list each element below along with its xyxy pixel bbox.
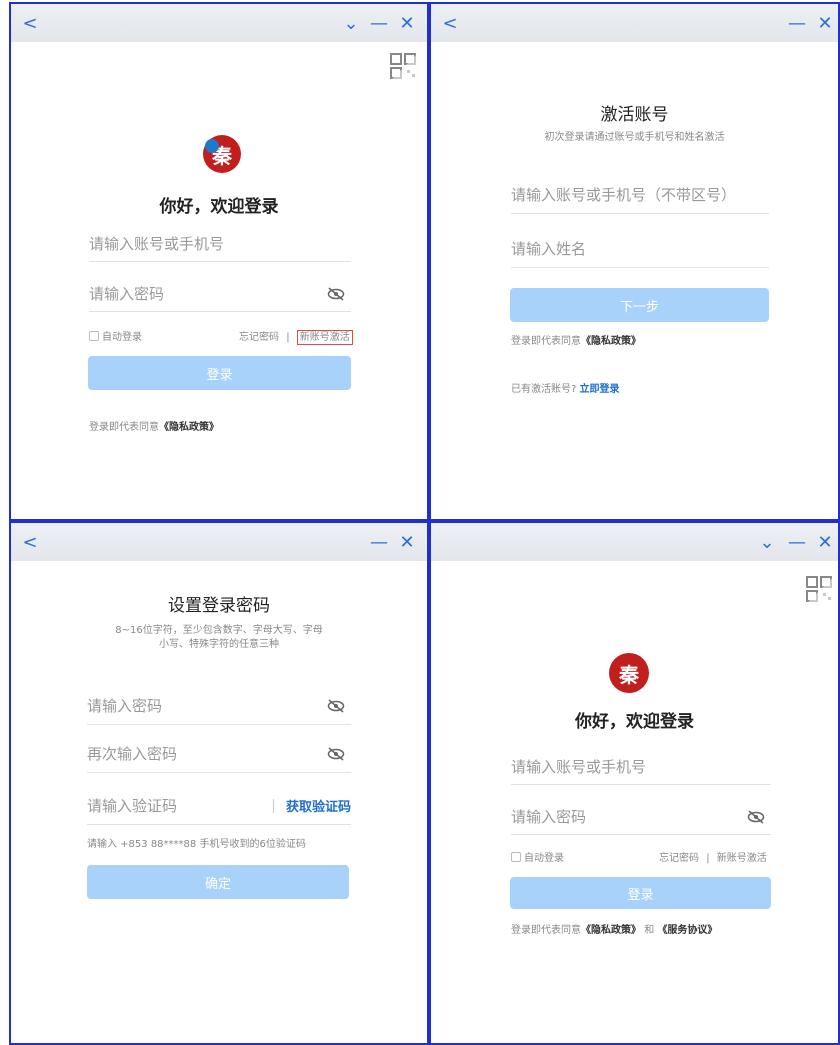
account-input[interactable]: 请输入账号或手机号 [89,226,351,262]
minimize-button[interactable]: — [369,10,389,36]
password-input[interactable]: 请输入密码 [511,799,771,835]
auto-login-label: 自动登录 [102,332,142,343]
name-input[interactable]: 请输入姓名 [511,230,769,268]
checkbox[interactable] [511,852,521,862]
forgot-password-link[interactable]: 忘记密码 [239,332,279,343]
password-input[interactable]: 请输入密码 [87,687,351,725]
title-bar: < — ✕ [11,523,427,561]
confirm-password-input[interactable]: 再次输入密码 [87,735,351,773]
checkbox[interactable] [89,331,99,341]
back-button[interactable]: < [17,529,43,555]
set-password-panel: < — ✕ 设置登录密码 8~16位字符，至少包含数字、字母大写、字母 小写、特… [9,521,429,1045]
account-input[interactable]: 请输入账号或手机号（不带区号） [511,176,769,214]
eye-hidden-icon[interactable] [747,809,765,824]
code-placeholder: 请输入验证码 [87,797,178,815]
title-bar: ⌄ — ✕ [431,523,838,561]
minimize-button[interactable]: — [787,529,807,555]
privacy-link[interactable]: 《隐私政策》 [581,925,641,936]
dropdown-button[interactable]: ⌄ [757,529,777,555]
activate-account-link[interactable]: 新账号激活 [717,853,767,864]
privacy-link[interactable]: 《隐私政策》 [159,422,219,433]
code-divider [273,799,274,813]
agree-prefix: 登录即代表同意 [89,422,159,433]
login-prompt: 已有激活账号? 立即登录 [511,380,620,395]
verification-code-input[interactable]: 请输入验证码 获取验证码 [87,787,351,825]
close-button[interactable]: ✕ [815,529,835,555]
agree-prefix: 登录即代表同意 [511,925,581,936]
page-subtitle: 初次登录请通过账号或手机号和姓名激活 [544,132,725,143]
back-button[interactable]: < [437,10,463,36]
qr-code-icon[interactable] [389,52,419,82]
login-panel-1: < ⌄ — ✕ 秦 你好，欢迎登录 请输入账号或手机号 请输入密码 自动登录 忘… [9,2,429,521]
have-account-text: 已有激活账号? [511,384,577,395]
next-button[interactable]: 下一步 [510,288,769,322]
auto-login-checkbox[interactable]: 自动登录 [89,328,142,343]
logo-char: 秦 [619,662,639,687]
password-input[interactable]: 请输入密码 [89,276,351,312]
activate-account-link[interactable]: 新账号激活 [296,330,353,345]
minimize-button[interactable]: — [787,10,807,36]
agreement-text: 登录即代表同意《隐私政策》 [89,418,219,433]
account-links: 忘记密码 | 新账号激活 [239,328,353,345]
agreement-text: 登录即代表同意《隐私政策》 和 《服务协议》 [511,921,717,936]
page-title: 设置登录密码 [168,596,270,616]
account-links: 忘记密码 | 新账号激活 [659,849,767,864]
confirm-button[interactable]: 确定 [87,865,349,899]
title-bar: < — ✕ [431,4,838,42]
page-title: 你好，欢迎登录 [575,712,694,732]
account-placeholder: 请输入账号或手机号 [511,758,647,776]
agree-prefix: 登录即代表同意 [511,336,581,347]
auto-login-label: 自动登录 [524,853,564,864]
eye-hidden-icon[interactable] [327,698,345,713]
login-button[interactable]: 登录 [510,877,771,909]
password-hint-line2: 小写、特殊字符的任意三种 [159,639,279,650]
minimize-button[interactable]: — [369,529,389,555]
app-logo: 秦 [609,653,649,693]
close-button[interactable]: ✕ [397,10,417,36]
name-placeholder: 请输入姓名 [511,240,587,258]
qr-code-icon[interactable] [805,575,835,605]
page-title: 你好，欢迎登录 [159,197,279,217]
login-button[interactable]: 登录 [88,356,351,390]
separator: | [286,332,290,343]
close-button[interactable]: ✕ [397,529,417,555]
title-bar: < ⌄ — ✕ [11,4,427,42]
login-panel-2: ⌄ — ✕ 秦 你好，欢迎登录 请输入账号或手机号 请输入密码 自动登录 忘记密… [429,521,840,1045]
account-placeholder: 请输入账号或手机号（不带区号） [511,186,737,204]
password-placeholder: 请输入密码 [89,285,165,303]
service-agreement-link[interactable]: 《服务协议》 [657,925,717,936]
eye-hidden-icon[interactable] [327,746,345,761]
password-hint-line1: 8~16位字符，至少包含数字、字母大写、字母 [115,625,323,636]
get-code-button[interactable]: 获取验证码 [286,796,351,815]
dropdown-button[interactable]: ⌄ [341,10,361,36]
back-button[interactable]: < [17,10,43,36]
and-text: 和 [644,925,655,936]
logo-badge [205,139,219,153]
separator: | [706,853,710,864]
account-input[interactable]: 请输入账号或手机号 [511,749,771,785]
account-placeholder: 请输入账号或手机号 [89,235,225,253]
close-button[interactable]: ✕ [815,10,835,36]
confirm-password-placeholder: 再次输入密码 [87,745,178,763]
app-logo: 秦 [203,135,241,173]
privacy-link[interactable]: 《隐私政策》 [581,336,641,347]
auto-login-checkbox[interactable]: 自动登录 [511,849,564,864]
password-placeholder: 请输入密码 [511,808,587,826]
activate-panel: < — ✕ 激活账号 初次登录请通过账号或手机号和姓名激活 请输入账号或手机号（… [429,2,840,521]
eye-hidden-icon[interactable] [327,286,345,301]
page-title: 激活账号 [600,105,669,125]
code-hint: 请输入 +853 88****88 手机号收到的6位验证码 [87,839,306,850]
password-placeholder: 请输入密码 [87,697,163,715]
forgot-password-link[interactable]: 忘记密码 [659,853,699,864]
agreement-text: 登录即代表同意《隐私政策》 [511,332,641,347]
login-now-link[interactable]: 立即登录 [580,384,620,395]
